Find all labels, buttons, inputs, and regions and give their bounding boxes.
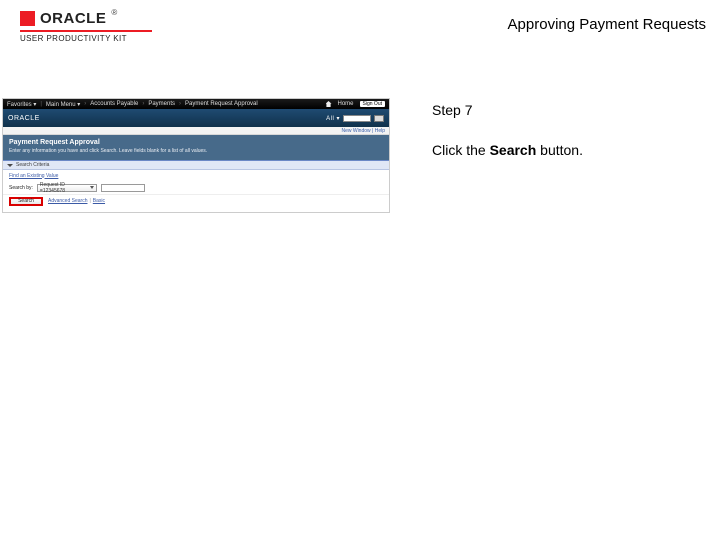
search-by-select-value: Request ID =12345678 — [40, 182, 90, 194]
search-button[interactable]: Search — [9, 197, 43, 206]
sign-out-button[interactable]: Sign Out — [360, 101, 385, 107]
page-header: ORACLE ® USER PRODUCTIVITY KIT Approving… — [0, 0, 720, 55]
search-panel: Search Criteria Find an Existing Value S… — [3, 160, 389, 207]
app-brand-word: ORACLE — [8, 115, 40, 122]
app-subheader-links[interactable]: New Window | Help — [3, 127, 389, 135]
search-value-input[interactable] — [101, 184, 145, 192]
search-by-label: Search by: — [9, 185, 33, 191]
nav-item-payments[interactable]: Payments — [148, 101, 175, 107]
step-instruction: Click the Search button. — [432, 142, 720, 158]
search-by-select[interactable]: Request ID =12345678 — [37, 184, 97, 192]
advanced-search-link[interactable]: Advanced Search — [48, 198, 87, 204]
quicksearch-go-button[interactable] — [374, 115, 384, 122]
nav-item-pra[interactable]: Payment Request Approval — [185, 101, 258, 107]
search-mode-links: Advanced Search|Basic — [48, 198, 105, 204]
search-by-row: Search by: Request ID =12345678 — [3, 181, 389, 194]
chevron-down-icon — [90, 186, 94, 189]
search-panel-header[interactable]: Search Criteria — [3, 160, 389, 170]
content-row: Favorites ▾ | Main Menu ▾ › Accounts Pay… — [0, 98, 720, 213]
basic-search-link[interactable]: Basic — [93, 198, 105, 204]
instruction-bold: Search — [490, 142, 537, 158]
search-actions: Search Advanced Search|Basic — [3, 194, 389, 207]
collapse-icon — [7, 164, 13, 167]
logo-trademark: ® — [111, 8, 117, 17]
instruction-column: Step 7 Click the Search button. — [390, 98, 720, 182]
nav-item-ap[interactable]: Accounts Payable — [90, 101, 138, 107]
instruction-prefix: Click the — [432, 142, 490, 158]
search-panel-title: Search Criteria — [16, 162, 49, 168]
page-title: Payment Request Approval — [9, 139, 383, 146]
step-number: Step 7 — [432, 102, 720, 118]
logo-square-icon — [20, 11, 35, 26]
nav-item-favorites[interactable]: Favorites ▾ — [7, 101, 36, 108]
app-brand-bar: ORACLE All ▾ — [3, 109, 389, 127]
app-top-nav: Favorites ▾ | Main Menu ▾ › Accounts Pay… — [3, 99, 389, 109]
find-existing-value-link[interactable]: Find an Existing Value — [9, 173, 58, 179]
embedded-app-screenshot: Favorites ▾ | Main Menu ▾ › Accounts Pay… — [2, 98, 390, 213]
brand-block: ORACLE ® USER PRODUCTIVITY KIT — [20, 10, 152, 43]
logo-underline — [20, 30, 152, 32]
nav-breadcrumb: Favorites ▾ | Main Menu ▾ › Accounts Pay… — [7, 101, 258, 108]
quicksearch-input[interactable] — [343, 115, 371, 122]
quicksearch-scope[interactable]: All ▾ — [326, 115, 340, 122]
app-page-header: Payment Request Approval Enter any infor… — [3, 135, 389, 160]
logo-subtitle: USER PRODUCTIVITY KIT — [20, 34, 127, 43]
nav-item-main-menu[interactable]: Main Menu ▾ — [46, 101, 80, 108]
document-title: Approving Payment Requests — [508, 16, 706, 33]
home-icon[interactable] — [326, 101, 332, 107]
logo-word: ORACLE — [40, 10, 106, 27]
home-link[interactable]: Home — [338, 101, 354, 107]
instruction-suffix: button. — [536, 142, 583, 158]
page-subtitle: Enter any information you have and click… — [9, 148, 383, 154]
oracle-logo: ORACLE ® — [20, 10, 117, 27]
